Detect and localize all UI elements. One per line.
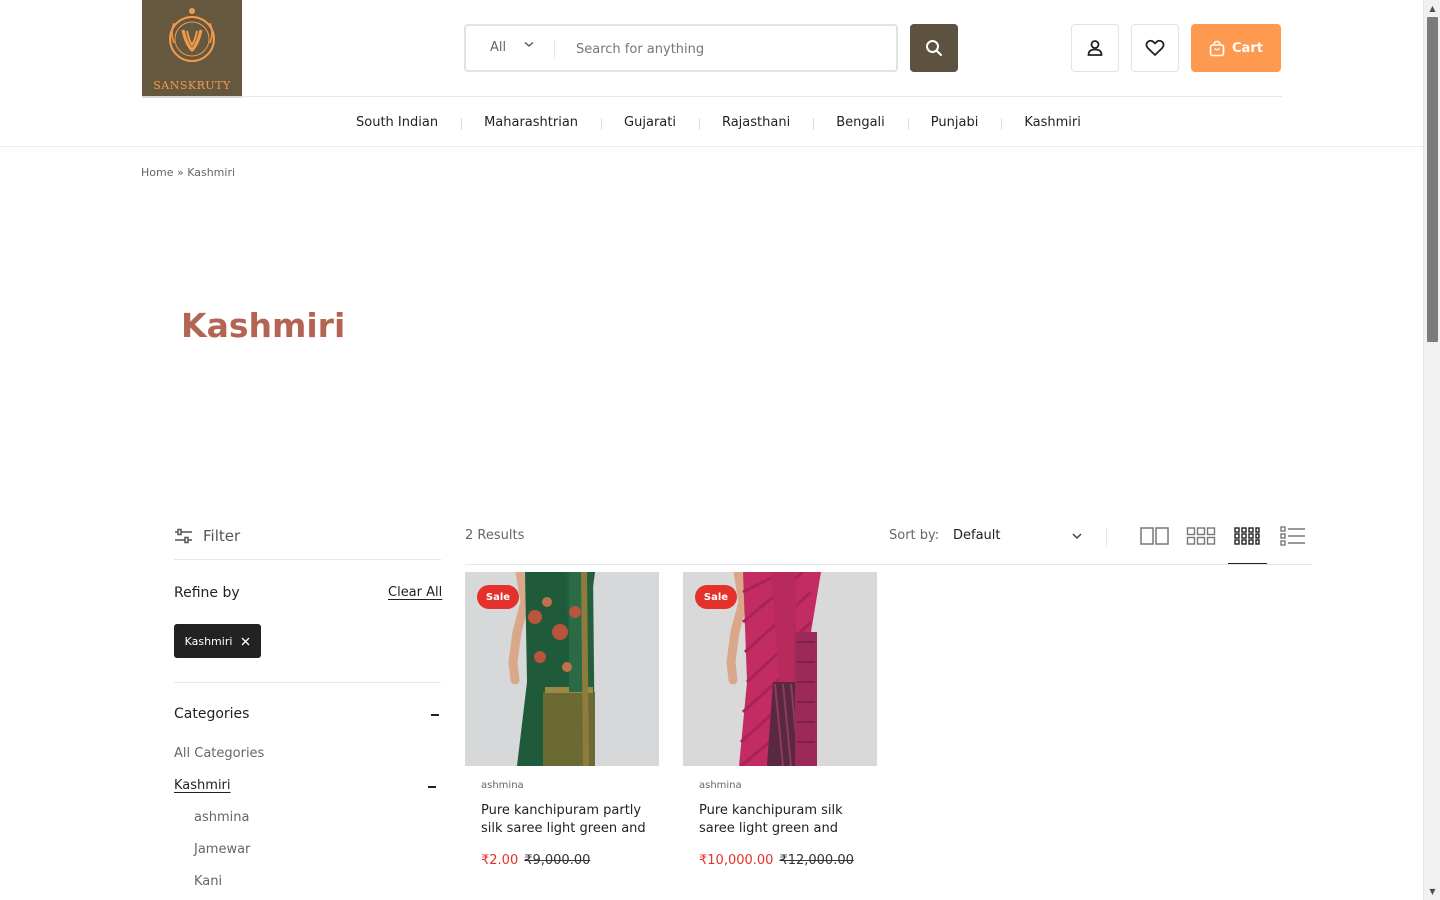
subcategory-kani[interactable]: Kani — [194, 874, 222, 889]
main-nav: South Indian Maharashtrian Gujarati Raja… — [333, 113, 1104, 131]
grid-4-columns-icon[interactable] — [1234, 524, 1260, 552]
search-button[interactable] — [910, 24, 958, 72]
search-bar: All — [464, 24, 898, 72]
nav-item-rajasthani[interactable]: Rajasthani — [698, 115, 813, 130]
product-image[interactable]: Sale — [683, 572, 877, 766]
nav-item-kashmiri[interactable]: Kashmiri — [1001, 115, 1104, 130]
product-image[interactable]: Sale — [465, 572, 659, 766]
grid-2-columns-icon[interactable] — [1140, 524, 1170, 552]
category-all[interactable]: All Categories — [174, 746, 264, 761]
sale-price: ₹2.00 — [481, 853, 519, 868]
nav-item-maharashtrian[interactable]: Maharashtrian — [461, 115, 601, 130]
shopping-bag-icon — [1209, 40, 1225, 56]
page-title: Kashmiri — [181, 306, 346, 345]
sale-badge: Sale — [695, 585, 737, 609]
page-scrollbar[interactable]: ▲ ▼ — [1423, 0, 1440, 900]
collapse-kashmiri-icon[interactable] — [428, 786, 436, 788]
product-brand[interactable]: ashmina — [699, 780, 742, 791]
breadcrumb-separator: » — [176, 166, 184, 179]
brand-logo[interactable]: SANSKRUTY — [142, 0, 242, 98]
search-divider — [554, 40, 555, 58]
product-card[interactable]: Sale ashmina Pure kanchipuram silk saree… — [683, 572, 877, 868]
sale-price: ₹10,000.00 — [699, 853, 774, 868]
refine-by-heading: Refine by — [174, 585, 240, 601]
chevron-down-icon[interactable] — [524, 38, 534, 53]
product-brand[interactable]: ashmina — [481, 780, 524, 791]
category-kashmiri[interactable]: Kashmiri — [174, 778, 231, 793]
filter-label: Filter — [203, 527, 241, 545]
heart-icon — [1145, 39, 1165, 56]
sidebar-divider — [174, 559, 441, 560]
results-count: 2 Results — [465, 528, 525, 543]
product-card[interactable]: Sale ashmina Pure kanchipuram partly sil… — [465, 572, 659, 868]
close-icon[interactable] — [241, 637, 250, 646]
original-price: ₹12,000.00 — [779, 853, 854, 868]
account-button[interactable] — [1071, 24, 1119, 72]
active-filter-label: Kashmiri — [184, 634, 233, 648]
nav-divider — [0, 146, 1423, 147]
header-divider — [242, 96, 1282, 97]
sliders-icon — [175, 528, 192, 544]
breadcrumb-home-link[interactable]: Home — [141, 166, 173, 179]
product-price: ₹10,000.00 ₹12,000.00 — [699, 853, 854, 868]
brand-name: SANSKRUTY — [153, 79, 231, 92]
logo-emblem-icon — [169, 8, 215, 62]
product-title[interactable]: Pure kanchipuram silk saree light green … — [699, 802, 869, 838]
grid-3-columns-icon[interactable] — [1186, 524, 1216, 552]
sidebar-divider — [174, 682, 441, 683]
categories-heading: Categories — [174, 706, 250, 722]
search-icon — [926, 40, 942, 56]
scrollbar-thumb[interactable] — [1427, 17, 1438, 342]
toolbar-underline — [465, 564, 1312, 565]
sort-select[interactable]: Default — [953, 528, 1001, 543]
wishlist-button[interactable] — [1131, 24, 1179, 72]
product-title[interactable]: Pure kanchipuram partly silk saree light… — [481, 802, 651, 838]
clear-all-link[interactable]: Clear All — [388, 585, 442, 600]
subcategory-jamewar[interactable]: Jamewar — [194, 842, 250, 857]
active-filter-chip[interactable]: Kashmiri — [174, 624, 261, 658]
breadcrumb-current: Kashmiri — [187, 166, 236, 179]
collapse-categories-icon[interactable] — [431, 714, 439, 716]
sale-badge: Sale — [477, 585, 519, 609]
nav-item-bengali[interactable]: Bengali — [813, 115, 908, 130]
list-view-icon[interactable] — [1280, 524, 1306, 552]
original-price: ₹9,000.00 — [524, 853, 591, 868]
search-category-select[interactable]: All — [490, 40, 506, 55]
sort-label: Sort by: — [889, 528, 940, 543]
toolbar-divider — [1106, 528, 1107, 546]
breadcrumb: Home » Kashmiri — [141, 166, 235, 179]
subcategory-ashmina[interactable]: ashmina — [194, 810, 249, 825]
scroll-down-arrow-icon[interactable]: ▼ — [1424, 883, 1440, 900]
product-price: ₹2.00 ₹9,000.00 — [481, 853, 590, 868]
chevron-down-icon[interactable] — [1071, 527, 1083, 549]
filter-toggle[interactable]: Filter — [174, 527, 240, 545]
scroll-up-arrow-icon[interactable]: ▲ — [1424, 0, 1440, 17]
cart-button[interactable]: Cart — [1191, 24, 1281, 72]
nav-item-gujarati[interactable]: Gujarati — [601, 115, 699, 130]
nav-item-punjabi[interactable]: Punjabi — [907, 115, 1002, 130]
user-icon — [1087, 40, 1103, 56]
nav-item-south-indian[interactable]: South Indian — [333, 115, 461, 130]
search-input[interactable] — [576, 36, 876, 62]
cart-label: Cart — [1232, 40, 1263, 56]
